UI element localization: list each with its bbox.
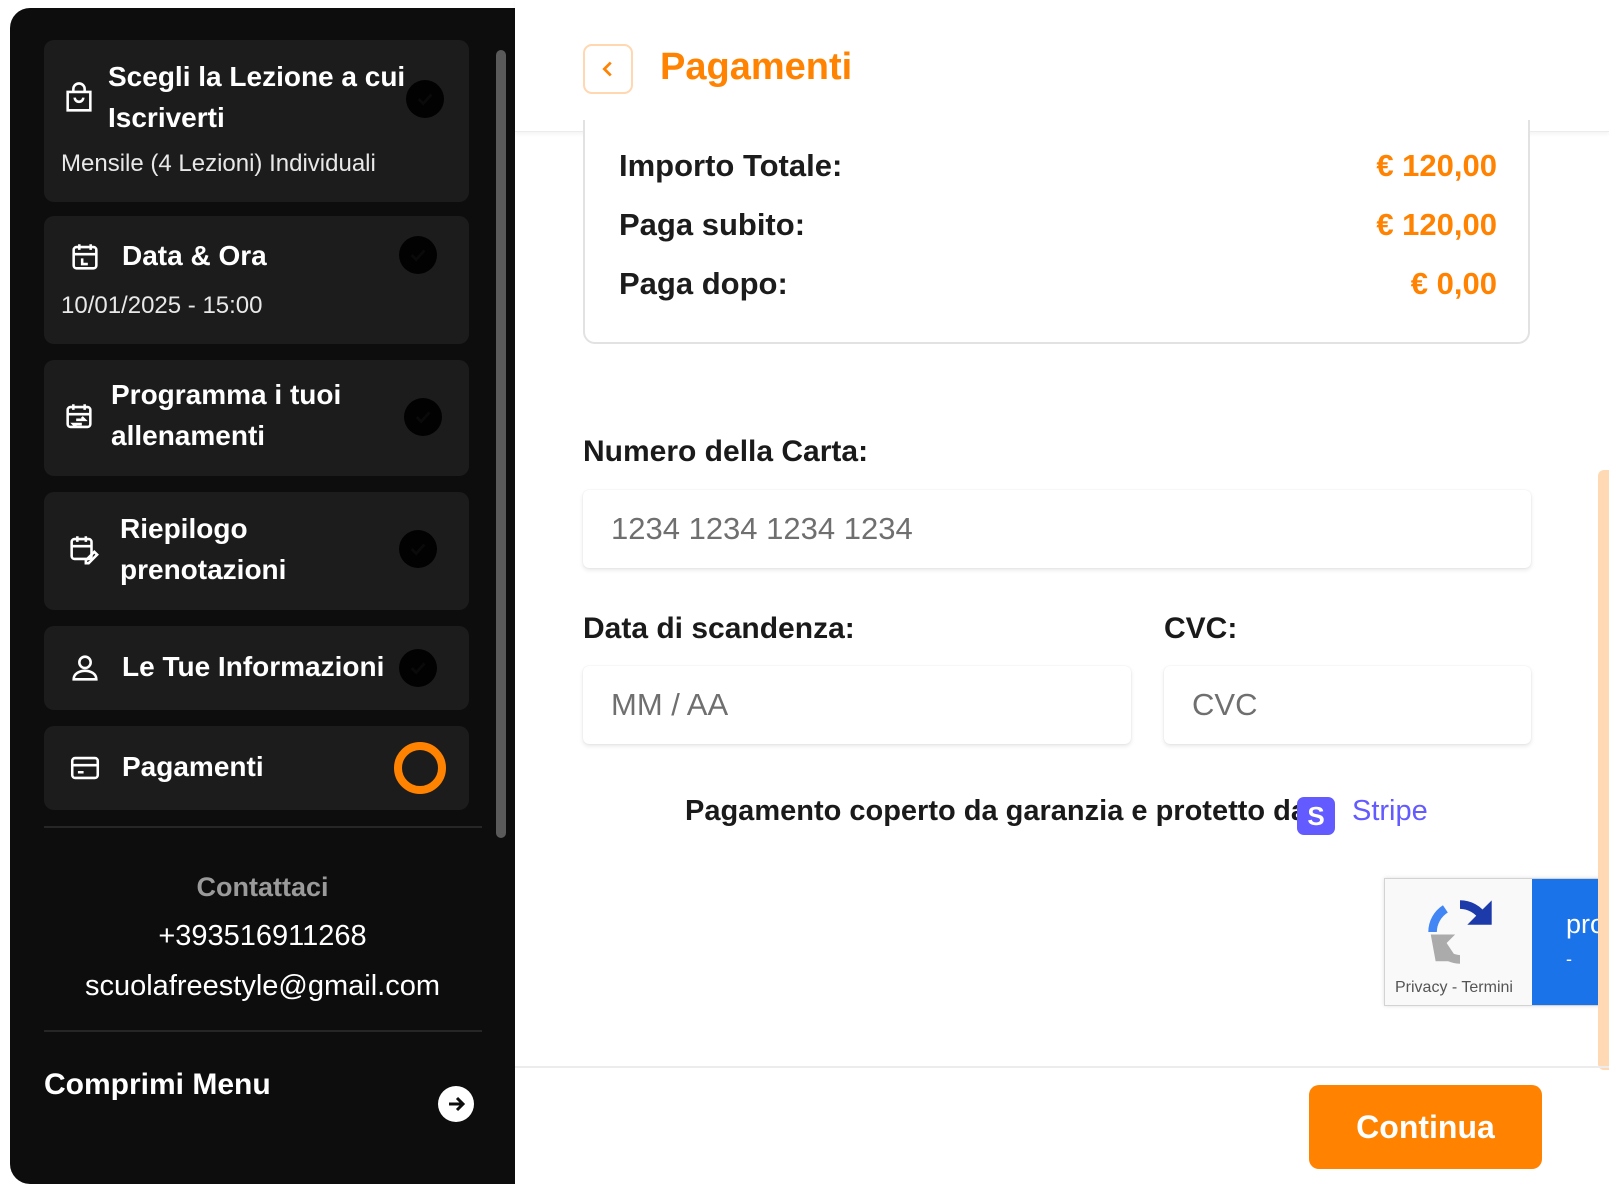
expiry-input[interactable] xyxy=(583,666,1131,744)
stripe-logo-icon: S xyxy=(1297,797,1335,835)
stripe-link[interactable]: Stripe xyxy=(1352,795,1428,828)
sidebar-step-lesson[interactable]: Scegli la Lezione a cui Iscriverti Mensi… xyxy=(44,40,469,202)
page-title: Pagamenti xyxy=(660,46,853,88)
sidebar-step-schedule[interactable]: Programma i tuoi allenamenti xyxy=(44,360,469,476)
step-title-line2: prenotazioni xyxy=(120,554,287,585)
step-complete-check-icon xyxy=(399,649,437,687)
step-title: Le Tue Informazioni xyxy=(122,651,385,682)
chevron-left-icon xyxy=(602,61,612,77)
card-number-input[interactable] xyxy=(583,490,1531,568)
continue-button[interactable]: Continua xyxy=(1309,1085,1542,1169)
sidebar-step-payments[interactable]: Pagamenti xyxy=(44,726,469,810)
credit-card-icon xyxy=(68,751,102,785)
user-icon xyxy=(68,651,102,685)
arrow-right-icon xyxy=(449,1096,466,1112)
summary-label: Paga subito: xyxy=(619,207,806,242)
footer-divider xyxy=(515,1066,1609,1068)
contact-email[interactable]: scuolafreestyle@gmail.com xyxy=(10,970,515,1003)
summary-value: € 120,00 xyxy=(1376,148,1497,183)
collapse-menu-label[interactable]: Comprimi Menu xyxy=(44,1068,271,1102)
summary-row-pay-now: Paga subito: € 120,00 xyxy=(619,207,1497,243)
step-title-line1: Scegli la Lezione a cui xyxy=(108,61,406,92)
card-number-label: Numero della Carta: xyxy=(583,435,869,468)
step-complete-check-icon xyxy=(406,80,444,118)
contact-title: Contattaci xyxy=(196,872,329,902)
back-button[interactable] xyxy=(583,44,633,94)
summary-value: € 0,00 xyxy=(1410,266,1497,301)
recaptcha-icon xyxy=(1428,900,1492,964)
recaptcha-panel-subtext: - xyxy=(1566,949,1572,969)
step-complete-check-icon xyxy=(404,398,442,436)
step-title-line2: Iscriverti xyxy=(108,102,225,133)
summary-row-pay-later: Paga dopo: € 0,00 xyxy=(619,266,1497,302)
step-title: Pagamenti xyxy=(122,751,264,782)
sidebar-step-date-time[interactable]: Data & Ora 10/01/2025 - 15:00 xyxy=(44,216,469,344)
step-title: Data & Ora xyxy=(122,240,267,271)
sidebar-step-summary[interactable]: Riepilogo prenotazioni xyxy=(44,492,469,610)
sidebar: Scegli la Lezione a cui Iscriverti Mensi… xyxy=(10,8,515,1184)
main-scrollbar[interactable] xyxy=(1598,470,1609,1070)
expiry-label: Data di scandenza: xyxy=(583,612,855,645)
calendar-repeat-icon xyxy=(62,400,96,434)
recaptcha-badge[interactable]: Privacy - Termini pro - xyxy=(1384,878,1609,1006)
step-complete-check-icon xyxy=(399,236,437,274)
step-subtitle: 10/01/2025 - 15:00 xyxy=(61,292,263,319)
sidebar-divider xyxy=(44,1030,482,1032)
sidebar-divider xyxy=(44,826,482,828)
secure-payment-text: Pagamento coperto da garanzia e protetto… xyxy=(685,795,1307,827)
step-title-line2: allenamenti xyxy=(111,420,266,451)
step-complete-check-icon xyxy=(399,530,437,568)
summary-label: Paga dopo: xyxy=(619,266,788,301)
step-current-ring-icon xyxy=(394,742,446,794)
cvc-input[interactable] xyxy=(1164,666,1531,744)
step-title-line1: Riepilogo xyxy=(120,513,248,544)
sidebar-step-info[interactable]: Le Tue Informazioni xyxy=(44,626,469,710)
step-subtitle: Mensile (4 Lezioni) Individuali xyxy=(61,150,376,177)
shopping-bag-icon xyxy=(62,82,96,116)
collapse-menu-button[interactable] xyxy=(438,1086,474,1122)
step-title-line1: Programma i tuoi xyxy=(111,379,342,410)
summary-row-total: Importo Totale: € 120,00 xyxy=(619,148,1497,184)
summary-label: Importo Totale: xyxy=(619,148,843,183)
summary-value: € 120,00 xyxy=(1376,207,1497,242)
calendar-icon xyxy=(68,240,102,274)
calendar-edit-icon xyxy=(66,532,100,566)
payment-summary: Importo Totale: € 120,00 Paga subito: € … xyxy=(583,120,1530,344)
sidebar-scrollbar[interactable] xyxy=(496,50,506,838)
cvc-label: CVC: xyxy=(1164,612,1238,645)
contact-phone[interactable]: +393516911268 xyxy=(10,920,515,953)
recaptcha-links[interactable]: Privacy - Termini xyxy=(1395,979,1513,997)
